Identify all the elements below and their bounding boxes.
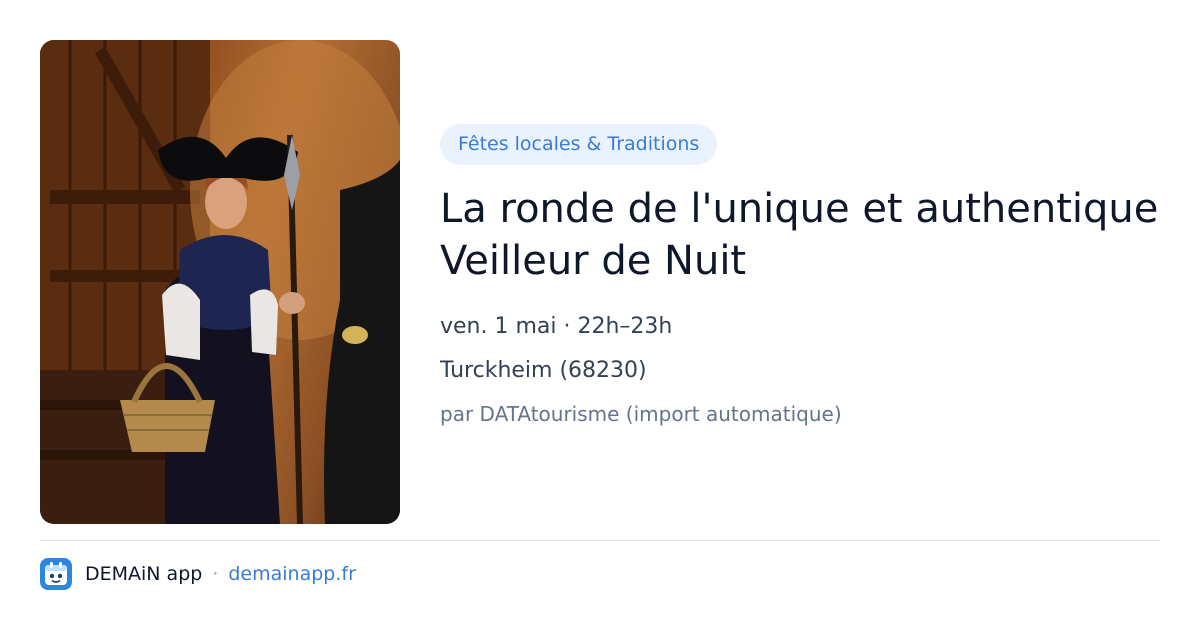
event-datetime: ven. 1 mai · 22h–23h [440,314,673,339]
category-badge[interactable]: Fêtes locales & Traditions [440,124,718,165]
event-source: par DATAtourisme (import automatique) [440,402,842,426]
app-name: DEMAiN app [85,563,203,585]
night-watchman-photo [40,40,400,524]
event-title: La ronde de l'unique et authentique Veil… [440,186,1159,284]
site-link[interactable]: demainapp.fr [228,563,356,585]
demain-app-logo-icon [40,558,72,590]
event-photo [40,40,400,524]
footer: DEMAiN app · demainapp.fr [40,558,356,590]
footer-divider [40,540,1160,541]
footer-separator: · [212,563,219,585]
event-location: Turckheim (68230) [440,358,647,383]
